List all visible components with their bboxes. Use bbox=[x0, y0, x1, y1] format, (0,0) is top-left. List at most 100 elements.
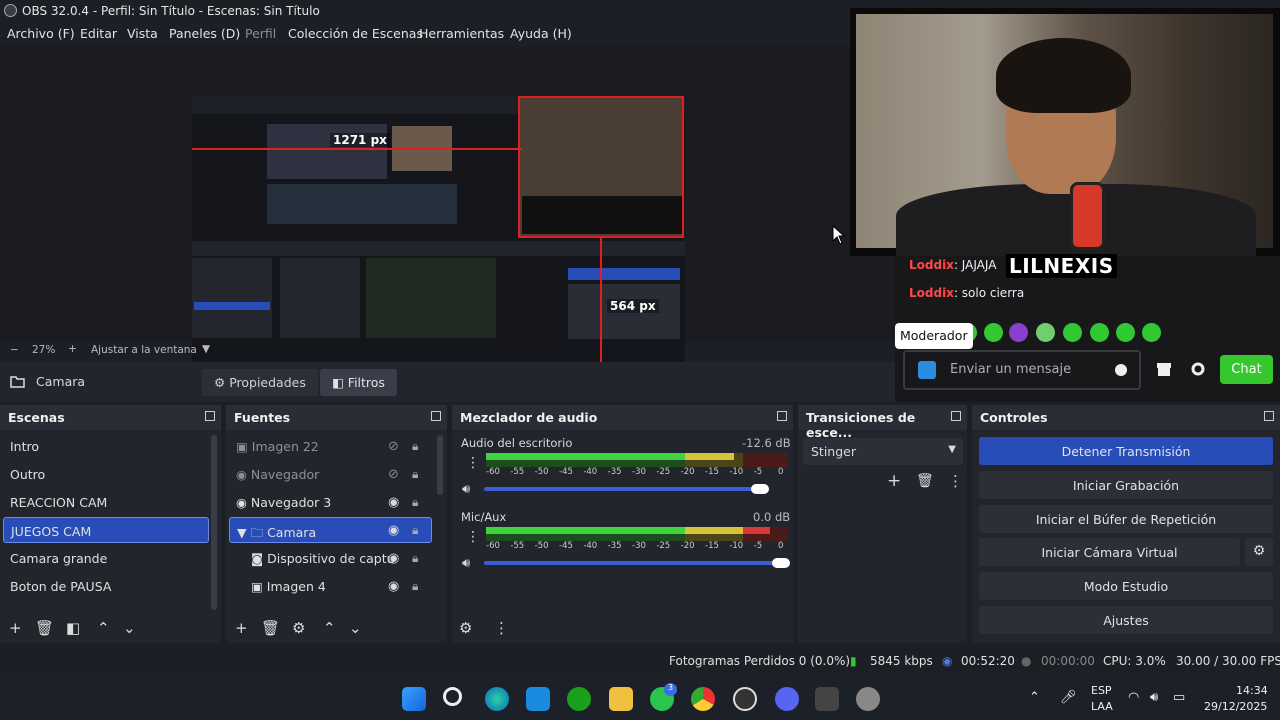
chat-send-button[interactable]: Chat bbox=[1220, 355, 1273, 384]
add-source-button[interactable]: + bbox=[235, 619, 248, 637]
eye-hidden-icon[interactable]: ⊘ bbox=[388, 467, 399, 482]
volume-icon[interactable]: 🔊︎ bbox=[1150, 690, 1158, 705]
scene-item[interactable]: REACCION CAM bbox=[3, 489, 209, 515]
move-up-icon[interactable]: ⌃ bbox=[323, 619, 336, 637]
chat-settings-gear-icon[interactable] bbox=[1191, 362, 1205, 376]
move-down-icon[interactable]: ⌄ bbox=[349, 619, 362, 637]
zoom-in-button[interactable]: + bbox=[68, 343, 77, 355]
lock-icon[interactable]: 🔒︎ bbox=[412, 467, 418, 482]
remove-scene-button[interactable]: 🗑 bbox=[35, 619, 54, 637]
speaker-icon[interactable]: 🔊︎ bbox=[462, 556, 470, 571]
channel-menu-icon[interactable]: ⋮ bbox=[466, 529, 480, 545]
filters-button[interactable]: ◧ Filtros bbox=[320, 369, 397, 396]
chat-username[interactable]: Loddix bbox=[909, 258, 954, 272]
chevron-up-icon[interactable]: ⌃ bbox=[1029, 690, 1040, 705]
expand-triangle-icon[interactable]: ▼ bbox=[237, 525, 251, 540]
scene-item[interactable]: Camara grande bbox=[3, 545, 209, 571]
search-icon[interactable] bbox=[443, 687, 462, 706]
source-item[interactable]: ◙ Dispositivo de captu bbox=[229, 545, 432, 571]
lock-icon[interactable]: 🔒︎ bbox=[412, 551, 418, 566]
move-up-icon[interactable]: ⌃ bbox=[97, 619, 110, 637]
source-item[interactable]: ◉ Navegador bbox=[229, 461, 432, 487]
undock-icon[interactable] bbox=[205, 411, 215, 421]
zoom-out-button[interactable]: − bbox=[10, 344, 19, 356]
lock-icon[interactable]: 🔒︎ bbox=[412, 523, 418, 538]
transition-menu-icon[interactable]: ⋮ bbox=[948, 472, 963, 490]
move-down-icon[interactable]: ⌄ bbox=[123, 619, 136, 637]
keyboard-layout[interactable]: LAA bbox=[1091, 700, 1113, 713]
menu-ayuda[interactable]: Ayuda (H) bbox=[510, 26, 572, 41]
undock-icon[interactable] bbox=[777, 411, 787, 421]
settings-button[interactable]: Ajustes bbox=[979, 606, 1273, 634]
settings-gear-icon[interactable] bbox=[856, 687, 880, 711]
store-app-icon[interactable] bbox=[526, 687, 550, 711]
windows-start-icon[interactable] bbox=[402, 687, 426, 711]
add-transition-button[interactable]: + bbox=[887, 471, 901, 491]
virtual-camera-gear-icon[interactable]: ⚙ bbox=[1245, 538, 1273, 566]
edge-icon[interactable] bbox=[485, 687, 509, 711]
clock-time[interactable]: 14:34 bbox=[1236, 684, 1268, 697]
sources-scrollbar[interactable] bbox=[437, 435, 443, 495]
chat-input[interactable]: Enviar un mensaje bbox=[903, 350, 1141, 390]
menu-coleccion-escenas[interactable]: Colección de Escenas bbox=[288, 26, 423, 41]
app-icon[interactable] bbox=[815, 687, 839, 711]
menu-perfil[interactable]: Perfil bbox=[245, 26, 276, 41]
eye-icon[interactable]: ◉ bbox=[388, 579, 399, 594]
clock-date[interactable]: 29/12/2025 bbox=[1204, 700, 1267, 713]
advanced-audio-gear-icon[interactable]: ⚙ bbox=[459, 619, 472, 637]
lock-icon[interactable]: 🔒︎ bbox=[412, 579, 418, 594]
start-recording-button[interactable]: Iniciar Grabación bbox=[979, 471, 1273, 499]
discord-icon[interactable] bbox=[775, 687, 799, 711]
scenes-scrollbar[interactable] bbox=[211, 435, 217, 610]
properties-button[interactable]: ⚙ Propiedades bbox=[202, 369, 318, 396]
menu-herramientas[interactable]: Herramientas bbox=[419, 26, 504, 41]
source-item-selected[interactable]: ▼ 🗀 Camara bbox=[229, 517, 432, 543]
remove-transition-button[interactable]: 🗑 bbox=[916, 473, 934, 489]
store-icon[interactable] bbox=[1156, 361, 1172, 377]
chrome-icon[interactable] bbox=[691, 687, 715, 711]
source-item[interactable]: ◉ Navegador 3 bbox=[229, 489, 432, 515]
lock-icon[interactable]: 🔒︎ bbox=[412, 439, 418, 454]
source-item[interactable]: ▣ Imagen 22 bbox=[229, 433, 432, 459]
file-explorer-icon[interactable] bbox=[609, 687, 633, 711]
language-code[interactable]: ESP bbox=[1091, 684, 1112, 697]
chevron-down-icon[interactable]: ▼ bbox=[202, 343, 210, 355]
eye-icon[interactable]: ◉ bbox=[388, 551, 399, 566]
emoji-icon[interactable] bbox=[1115, 364, 1127, 376]
eye-hidden-icon[interactable]: ⊘ bbox=[388, 439, 399, 454]
scene-item[interactable]: Outro bbox=[3, 461, 209, 487]
scene-item[interactable]: Boton de PAUSA bbox=[3, 573, 209, 599]
menu-vista[interactable]: Vista bbox=[127, 26, 158, 41]
menu-editar[interactable]: Editar bbox=[80, 26, 117, 41]
mic-tray-icon[interactable]: 🎤︎ bbox=[1060, 690, 1077, 705]
preview-canvas[interactable]: 1271 px 564 px bbox=[0, 46, 895, 380]
stop-stream-button[interactable]: Detener Transmisión bbox=[979, 437, 1273, 465]
mod-tools-icon[interactable] bbox=[918, 361, 936, 379]
speaker-icon[interactable]: 🔊︎ bbox=[462, 482, 470, 497]
obs-taskbar-icon[interactable] bbox=[733, 687, 757, 711]
lock-icon[interactable]: 🔒︎ bbox=[412, 495, 418, 510]
start-virtual-camera-button[interactable]: Iniciar Cámara Virtual bbox=[979, 538, 1240, 566]
transition-select[interactable]: Stinger ▼ bbox=[803, 438, 963, 465]
volume-slider[interactable] bbox=[484, 487, 765, 491]
scene-item-selected[interactable]: JUEGOS CAM bbox=[3, 517, 209, 543]
start-replay-buffer-button[interactable]: Iniciar el Búfer de Repetición bbox=[979, 505, 1273, 533]
wifi-icon[interactable]: ◠ bbox=[1128, 690, 1139, 705]
menu-paneles[interactable]: Paneles (D) bbox=[169, 26, 240, 41]
undock-icon[interactable] bbox=[431, 411, 441, 421]
studio-mode-button[interactable]: Modo Estudio bbox=[979, 572, 1273, 600]
menu-archivo[interactable]: Archivo (F) bbox=[7, 26, 75, 41]
xbox-icon[interactable] bbox=[567, 687, 591, 711]
undock-icon[interactable] bbox=[1264, 411, 1274, 421]
remove-source-button[interactable]: 🗑 bbox=[261, 619, 280, 637]
scene-filters-icon[interactable]: ◧ bbox=[66, 619, 80, 637]
volume-slider[interactable] bbox=[484, 561, 786, 565]
channel-menu-icon[interactable]: ⋮ bbox=[466, 455, 480, 471]
source-properties-gear-icon[interactable]: ⚙ bbox=[292, 619, 305, 637]
source-item[interactable]: ▣ Imagen 4 bbox=[229, 573, 432, 599]
chat-username[interactable]: Loddix bbox=[909, 286, 954, 300]
add-scene-button[interactable]: + bbox=[9, 619, 22, 637]
volume-knob[interactable] bbox=[750, 484, 769, 494]
more-options-icon[interactable]: ⋮ bbox=[494, 619, 509, 637]
undock-icon[interactable] bbox=[951, 411, 961, 421]
